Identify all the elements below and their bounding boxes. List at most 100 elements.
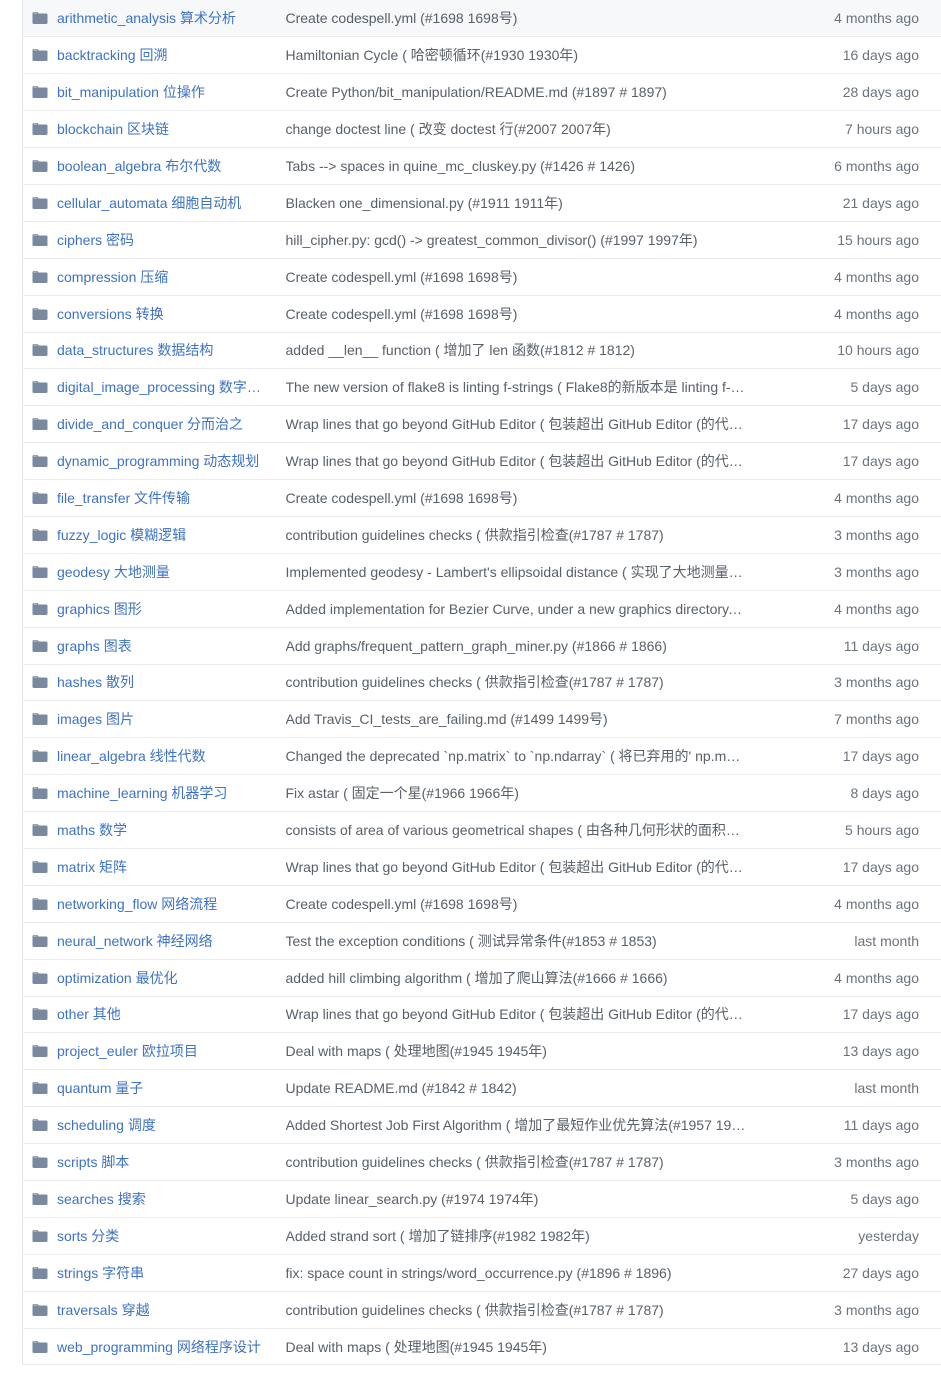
commit-message-link[interactable]: Wrap lines that go beyond GitHub Editor … — [286, 1004, 746, 1024]
commit-message-link[interactable]: Add graphs/frequent_pattern_graph_miner.… — [286, 636, 746, 656]
file-name-cell: machine_learning 机器学习 — [23, 775, 266, 812]
file-name-link[interactable]: cellular_automata 细胞自动机 — [57, 193, 241, 213]
commit-message-link[interactable]: Create codespell.yml (#1698 1698号) — [286, 894, 746, 914]
file-name-link[interactable]: bit_manipulation 位操作 — [57, 82, 205, 102]
file-name-link[interactable]: graphics 图形 — [57, 599, 142, 619]
commit-message-link[interactable]: Wrap lines that go beyond GitHub Editor … — [286, 857, 746, 877]
file-name-link[interactable]: images 图片 — [57, 709, 134, 729]
file-name-link[interactable]: optimization 最优化 — [57, 968, 178, 988]
file-name-link[interactable]: scripts 脚本 — [57, 1152, 129, 1172]
file-name-link[interactable]: hashes 散列 — [57, 672, 134, 692]
file-name-link[interactable]: dynamic_programming 动态规划 — [57, 451, 259, 471]
file-name-link[interactable]: networking_flow 网络流程 — [57, 894, 217, 914]
table-row: graphs 图表 Add graphs/frequent_pattern_gra… — [22, 627, 941, 664]
file-name-link[interactable]: traversals 穿越 — [57, 1300, 150, 1320]
commit-message-link[interactable]: Blacken one_dimensional.py (#1911 1911年) — [286, 193, 746, 213]
commit-message-link[interactable]: Changed the deprecated `np.matrix` to `n… — [286, 746, 746, 766]
file-name-link[interactable]: file_transfer 文件传输 — [57, 488, 190, 508]
commit-message-link[interactable]: Create codespell.yml (#1698 1698号) — [286, 304, 746, 324]
table-row: geodesy 大地测量 Implemented geodesy - Lamber… — [22, 553, 941, 590]
commit-message-link[interactable]: Fix astar ( 固定一个星(#1966 1966年) — [286, 783, 746, 803]
commit-message-link[interactable]: hill_cipher.py: gcd() -> greatest_common… — [286, 230, 746, 250]
commit-message-cell: Deal with maps ( 处理地图(#1945 1945年) — [266, 1033, 762, 1070]
commit-message-link[interactable]: The new version of flake8 is linting f-s… — [286, 377, 746, 397]
file-listing-body: arithmetic_analysis 算术分析 Create codespell… — [22, 0, 941, 1365]
commit-message-link[interactable]: Added implementation for Bezier Curve, u… — [286, 599, 746, 619]
file-name-link[interactable]: matrix 矩阵 — [57, 857, 127, 877]
file-name-link[interactable]: strings 字符串 — [57, 1263, 144, 1283]
file-name-link[interactable]: boolean_algebra 布尔代数 — [57, 156, 221, 176]
file-name-link[interactable]: web_programming 网络程序设计 — [57, 1337, 261, 1357]
file-name-link[interactable]: ciphers 密码 — [57, 230, 134, 250]
commit-message-link[interactable]: change doctest line ( 改变 doctest 行(#2007… — [286, 119, 746, 139]
table-row: matrix 矩阵 Wrap lines that go beyond GitHu… — [22, 848, 941, 885]
commit-message-link[interactable]: Deal with maps ( 处理地图(#1945 1945年) — [286, 1041, 746, 1061]
table-row: file_transfer 文件传输 Create codespell.yml (… — [22, 479, 941, 517]
file-name-link[interactable]: compression 压缩 — [57, 267, 168, 287]
file-name-link[interactable]: machine_learning 机器学习 — [57, 783, 227, 803]
commit-message-link[interactable]: Test the exception conditions ( 测试异常条件(#… — [286, 931, 746, 951]
commit-message-cell: Changed the deprecated `np.matrix` to `n… — [266, 738, 762, 775]
commit-message-link[interactable]: fix: space count in strings/word_occurre… — [286, 1263, 746, 1283]
commit-message-cell: contribution guidelines checks ( 供款指引检查(… — [266, 516, 762, 553]
commit-message-link[interactable]: consists of area of various geometrical … — [286, 820, 746, 840]
commit-message-link[interactable]: contribution guidelines checks ( 供款指引检查(… — [286, 672, 746, 692]
file-name-link[interactable]: quantum 量子 — [57, 1078, 143, 1098]
folder-icon — [32, 379, 48, 395]
folder-icon — [32, 933, 48, 949]
file-name-link[interactable]: searches 搜索 — [57, 1189, 146, 1209]
commit-message-link[interactable]: Tabs --> spaces in quine_mc_cluskey.py (… — [286, 156, 746, 176]
table-row: conversions 转换 Create codespell.yml (#169… — [22, 295, 941, 332]
file-name-link[interactable]: backtracking 回溯 — [57, 45, 167, 65]
commit-message-cell: Add graphs/frequent_pattern_graph_miner.… — [266, 627, 762, 664]
file-name-link[interactable]: linear_algebra 线性代数 — [57, 746, 206, 766]
file-name-link[interactable]: fuzzy_logic 模糊逻辑 — [57, 525, 186, 545]
file-name-link[interactable]: conversions 转换 — [57, 304, 164, 324]
commit-message-link[interactable]: contribution guidelines checks ( 供款指引检查(… — [286, 525, 746, 545]
file-name-cell: traversals 穿越 — [23, 1291, 266, 1328]
commit-message-link[interactable]: Update linear_search.py (#1974 1974年) — [286, 1189, 746, 1209]
commit-message-cell: Create codespell.yml (#1698 1698号) — [266, 258, 762, 295]
commit-message-link[interactable]: Implemented geodesy - Lambert's ellipsoi… — [286, 562, 746, 582]
file-name-link[interactable]: sorts 分类 — [57, 1226, 119, 1246]
commit-message-link[interactable]: Hamiltonian Cycle ( 哈密顿循环(#1930 1930年) — [286, 45, 746, 65]
commit-message-link[interactable]: contribution guidelines checks ( 供款指引检查(… — [286, 1300, 746, 1320]
commit-message-link[interactable]: Update README.md (#1842 # 1842) — [286, 1078, 746, 1098]
commit-message-link[interactable]: added __len__ function ( 增加了 len 函数(#181… — [286, 340, 746, 360]
commit-message-link[interactable]: Create Python/bit_manipulation/README.md… — [286, 82, 746, 102]
file-name-cell: scripts 脚本 — [23, 1144, 266, 1181]
table-row: strings 字符串 fix: space count in strings/w… — [22, 1254, 941, 1291]
file-name-link[interactable]: blockchain 区块链 — [57, 119, 169, 139]
commit-message-link[interactable]: Added Shortest Job First Algorithm ( 增加了… — [286, 1115, 746, 1135]
file-name-link[interactable]: neural_network 神经网络 — [57, 931, 213, 951]
commit-message-cell: Create codespell.yml (#1698 1698号) — [266, 885, 762, 922]
commit-message-link[interactable]: Added strand sort ( 增加了链排序(#1982 1982年) — [286, 1226, 746, 1246]
commit-message-link[interactable]: Create codespell.yml (#1698 1698号) — [286, 488, 746, 508]
file-name-link[interactable]: other 其他 — [57, 1004, 121, 1024]
table-row: other 其他 Wrap lines that go beyond GitHub… — [22, 996, 941, 1033]
commit-message-link[interactable]: added hill climbing algorithm ( 增加了爬山算法(… — [286, 968, 746, 988]
folder-icon — [32, 490, 48, 506]
table-row: maths 数学 consists of area of various geom… — [22, 811, 941, 849]
commit-message-link[interactable]: Create codespell.yml (#1698 1698号) — [286, 267, 746, 287]
file-name-link[interactable]: divide_and_conquer 分而治之 — [57, 414, 243, 434]
commit-message-link[interactable]: contribution guidelines checks ( 供款指引检查(… — [286, 1152, 746, 1172]
commit-message-link[interactable]: Wrap lines that go beyond GitHub Editor … — [286, 414, 746, 434]
file-name-link[interactable]: geodesy 大地测量 — [57, 562, 170, 582]
commit-message-link[interactable]: Add Travis_CI_tests_are_failing.md (#149… — [286, 709, 746, 729]
file-name-link[interactable]: scheduling 调度 — [57, 1115, 156, 1135]
file-name-link[interactable]: data_structures 数据结构 — [57, 340, 213, 360]
commit-message-link[interactable]: Wrap lines that go beyond GitHub Editor … — [286, 451, 746, 471]
file-name-cell: strings 字符串 — [23, 1254, 266, 1291]
table-row: traversals 穿越 contribution guidelines che… — [22, 1291, 941, 1328]
commit-message-link[interactable]: Create codespell.yml (#1698 1698号) — [286, 8, 746, 28]
commit-message-link[interactable]: Deal with maps ( 处理地图(#1945 1945年) — [286, 1337, 746, 1357]
commit-age: 4 months ago — [834, 490, 919, 507]
file-name-link[interactable]: digital_image_processing 数字图像处理 — [57, 377, 266, 397]
file-name-link[interactable]: project_euler 欧拉项目 — [57, 1041, 198, 1061]
file-name-wrapper: strings 字符串 — [32, 1263, 266, 1283]
table-row: quantum 量子 Update README.md (#1842 # 1842… — [22, 1069, 941, 1107]
file-name-link[interactable]: arithmetic_analysis 算术分析 — [57, 8, 236, 28]
file-name-link[interactable]: maths 数学 — [57, 820, 127, 840]
file-name-link[interactable]: graphs 图表 — [57, 636, 132, 656]
